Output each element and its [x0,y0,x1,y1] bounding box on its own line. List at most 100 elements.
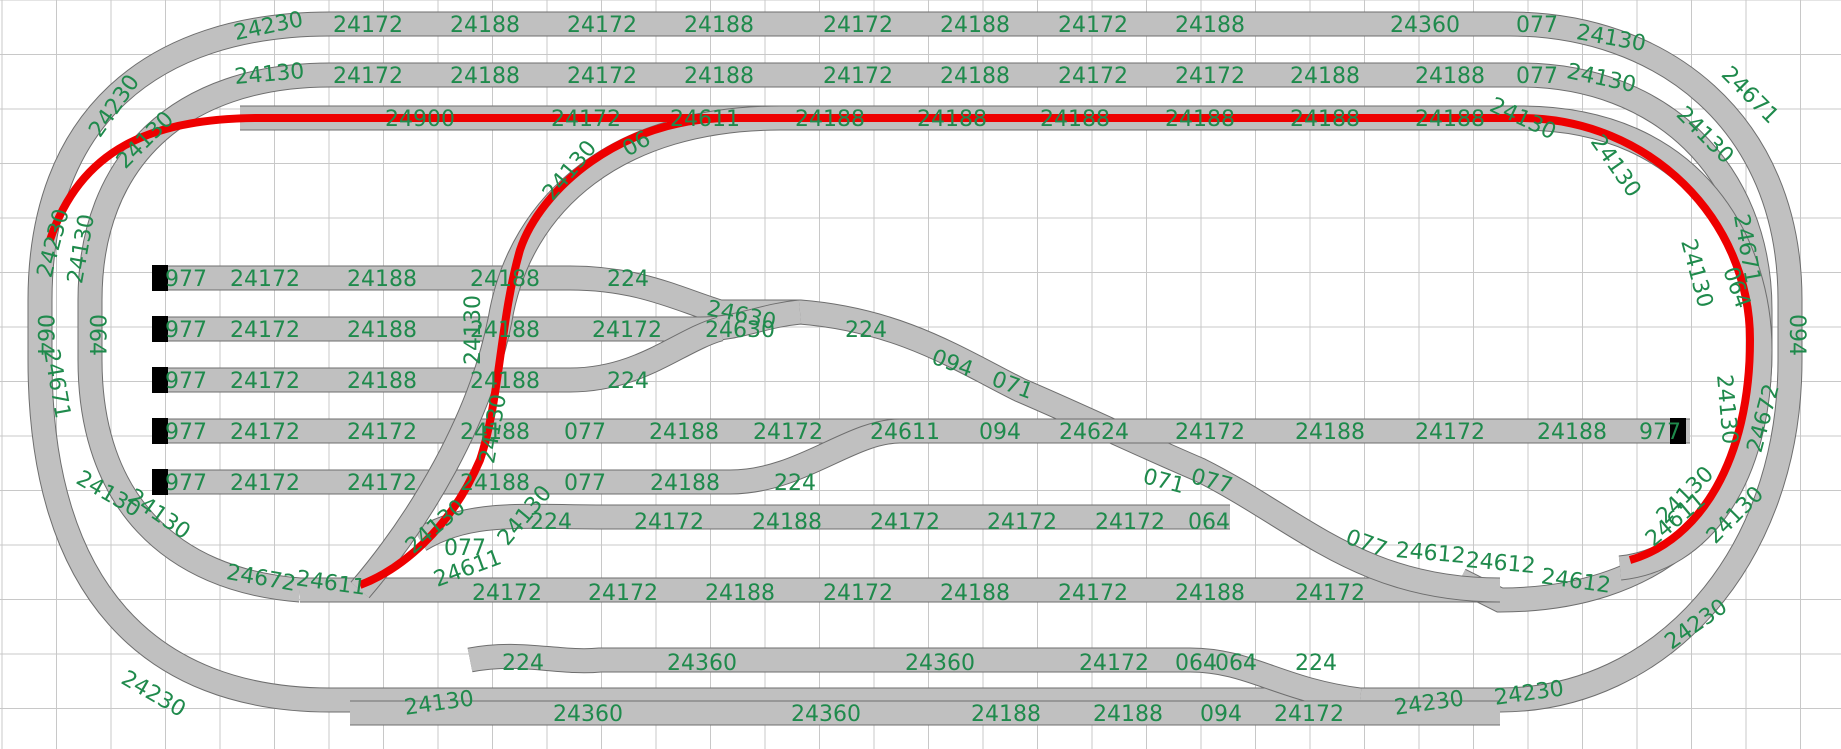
track-label: 224 [845,318,887,343]
track-label: 977 [165,318,207,343]
track-label: 064 [1215,651,1257,676]
track-label-curve: 24612 [1395,538,1467,569]
track-label-curve: 094 [1784,314,1809,356]
track-label: 24172 [1058,13,1128,38]
track-label-curve: 24130 [1675,236,1717,310]
track-label-curve: 077 [1188,464,1235,499]
track-label: 24172 [567,64,637,89]
track-label: 24188 [470,267,540,292]
track-label: 24172 [347,420,417,445]
track-label: 24188 [940,581,1010,606]
track-label: 094 [979,420,1021,445]
track-label: 077 [564,420,606,445]
track-label: 24172 [347,471,417,496]
track-label: 224 [1295,651,1337,676]
track-label: 24172 [1095,510,1165,535]
track-label: 24188 [450,64,520,89]
track-label: 24188 [940,13,1010,38]
track-label: 24188 [1093,702,1163,727]
track-label-curve: 071 [988,367,1036,405]
track-label: 24188 [1415,107,1485,132]
track-label: 24188 [1537,420,1607,445]
track-label: 24188 [1295,420,1365,445]
track-label: 24172 [1058,64,1128,89]
track-label: 24188 [460,471,530,496]
track-label: 24172 [551,107,621,132]
track-label: 24360 [1390,13,1460,38]
track-label: 24188 [347,318,417,343]
track-label: 077 [1516,13,1558,38]
track-label: 24188 [940,64,1010,89]
track-label: 24172 [1058,581,1128,606]
track-label: 24172 [1415,420,1485,445]
track-label: 24611 [670,107,740,132]
track-label: 24172 [823,64,893,89]
track-label: 24172 [230,267,300,292]
track-label: 977 [165,267,207,292]
track-label: 977 [1639,420,1681,445]
track-label-curve: 064 [84,314,109,356]
track-label: 24172 [333,64,403,89]
track-label: 24188 [1290,107,1360,132]
track-label: 24360 [905,651,975,676]
track-label: 24188 [1175,13,1245,38]
track-label: 24624 [1059,420,1129,445]
track-label: 977 [165,420,207,445]
track-label: 24172 [230,471,300,496]
track-label: 064 [1175,651,1217,676]
track-label: 24188 [1165,107,1235,132]
track-label-curve: 077 [444,536,486,561]
track-label: 224 [607,267,649,292]
track-label: 24172 [823,13,893,38]
track-label: 24188 [1415,64,1485,89]
track-label: 24172 [1175,420,1245,445]
track-label: 24360 [791,702,861,727]
track-label: 24172 [230,420,300,445]
track-label: 24188 [684,13,754,38]
track-label: 077 [1516,64,1558,89]
track-label: 224 [607,369,649,394]
track-label: 24172 [753,420,823,445]
track-label: 24188 [752,510,822,535]
track-label: 24172 [567,13,637,38]
track-label: 24172 [588,581,658,606]
track-label: 24172 [472,581,542,606]
track-label: 24188 [1290,64,1360,89]
track-label: 094 [1200,702,1242,727]
track-label: 24188 [917,107,987,132]
track-layout-diagram: 24172 24188 24172 24188 24172 24188 24172 24188… [0,0,1841,749]
track-label: 24188 [347,267,417,292]
track-label: 24172 [1175,64,1245,89]
track-label: 24188 [650,471,720,496]
track-label: 24172 [230,369,300,394]
track-label: 24188 [1175,581,1245,606]
track-label: 977 [165,471,207,496]
track-label: 077 [564,471,606,496]
track-label: 977 [165,369,207,394]
track-label: 24172 [333,13,403,38]
track-label: 224 [774,471,816,496]
track-label: 24172 [592,318,662,343]
track-label-curve: 24130 [1711,373,1742,445]
track-label-curve: 064 [32,314,57,356]
track-label: 24188 [795,107,865,132]
track-label: 064 [1188,510,1230,535]
track-label: 24172 [1274,702,1344,727]
track-label: 24172 [870,510,940,535]
track-label: 24188 [450,13,520,38]
track-label-curve: 24130 [1486,93,1560,145]
track-label: 24188 [470,369,540,394]
track-label: 24172 [823,581,893,606]
track-label: 24611 [870,420,940,445]
track-label: 24188 [649,420,719,445]
track-label: 24172 [1079,651,1149,676]
track-label: 24360 [667,651,737,676]
track-label: 24172 [1295,581,1365,606]
track-label: 24188 [705,581,775,606]
track-label: 224 [502,651,544,676]
track-label: 24172 [230,318,300,343]
track-label: 24360 [553,702,623,727]
track-label: 24188 [971,702,1041,727]
track-label: 24188 [347,369,417,394]
track-label: 24900 [385,107,455,132]
